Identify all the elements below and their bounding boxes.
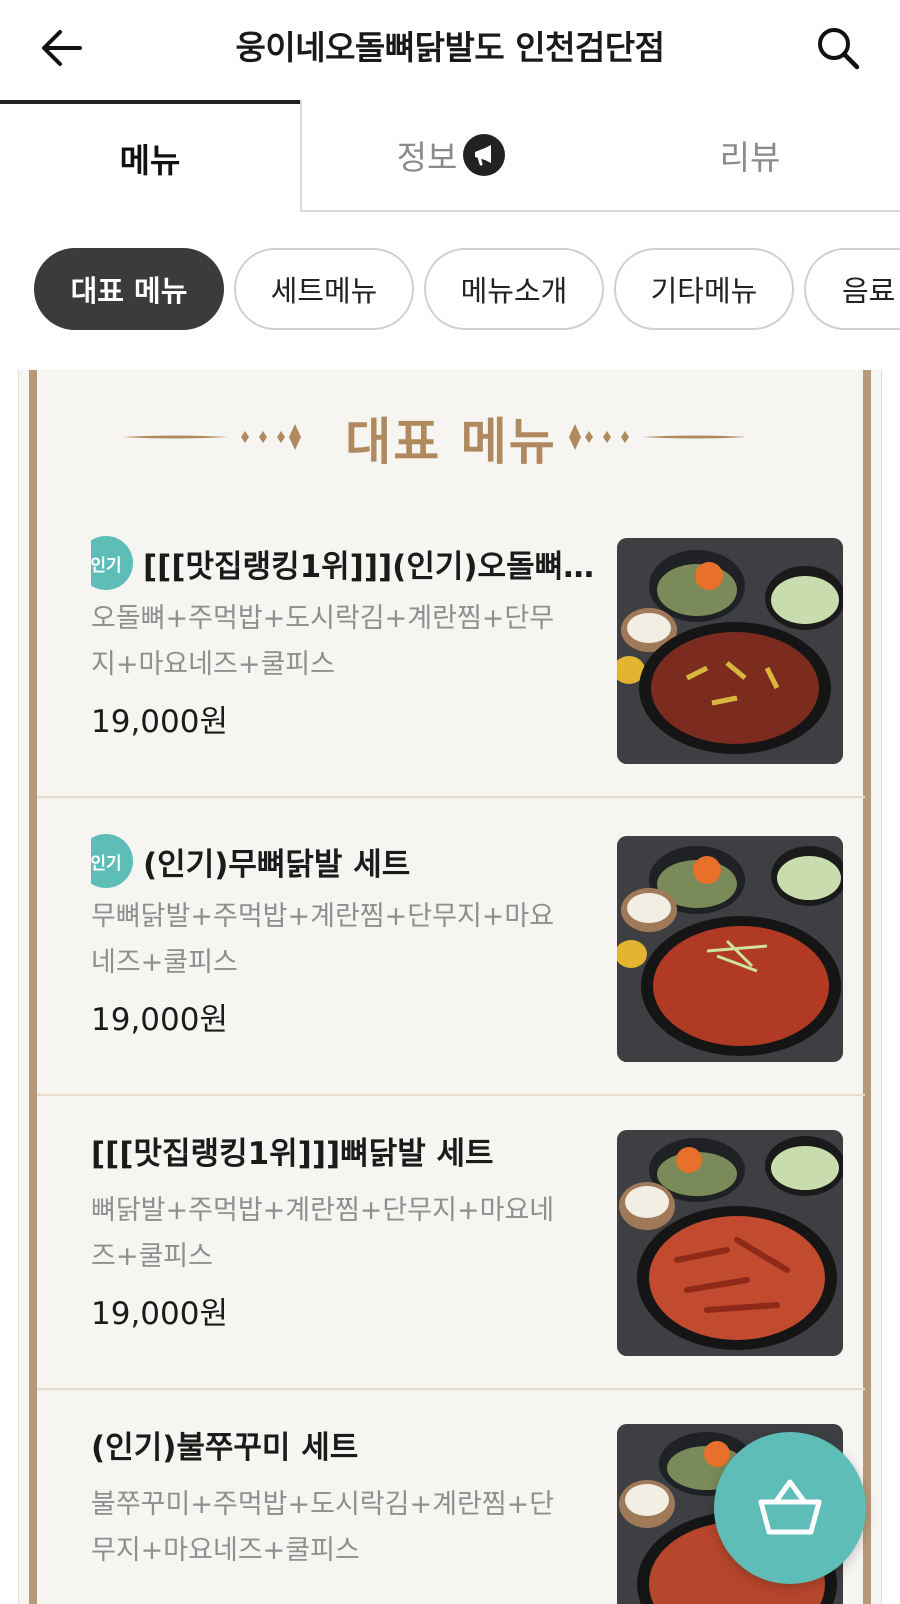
tab-info[interactable]: 정보 xyxy=(300,100,600,212)
megaphone-icon xyxy=(463,134,506,176)
chip-drinks[interactable]: 음료 xyxy=(804,248,900,330)
board-border-left xyxy=(29,370,37,1604)
menu-item-description: 오돌뼈+주먹밥+도시락김+계란찜+단무지+마요네즈+쿨피스 xyxy=(91,603,555,680)
tab-review-label: 리뷰 xyxy=(719,138,781,177)
menu-item-photo xyxy=(617,1130,843,1356)
tab-menu-label: 메뉴 xyxy=(119,141,181,180)
section-title: 대표 메뉴 xyxy=(345,413,557,471)
page-title: 웅이네오돌뼈닭발도 인천검단점 xyxy=(235,28,665,67)
menu-item-description: 무뼈닭발+주먹밥+계란찜+단무지+마요네즈+쿨피스 xyxy=(91,901,555,978)
tab-info-label: 정보 xyxy=(396,138,458,177)
cart-button[interactable] xyxy=(714,1432,866,1584)
category-chips: 대표 메뉴 세트메뉴 메뉴소개 기타메뉴 음료 xyxy=(0,248,900,334)
menu-item[interactable]: 인기 [[[맛집랭킹1위]]](인기)오돌뼈세트 오돌뼈+주먹밥+도시락김+계란… xyxy=(37,498,865,798)
menu-item-title: [[[맛집랭킹1위]]](인기)오돌뼈세트 xyxy=(143,548,611,585)
chip-menu-intro[interactable]: 메뉴소개 xyxy=(424,248,604,330)
search-button[interactable] xyxy=(812,22,864,74)
tab-review[interactable]: 리뷰 xyxy=(600,100,900,212)
tab-menu[interactable]: 메뉴 xyxy=(0,100,300,212)
main-tabs: 메뉴 정보 리뷰 xyxy=(0,100,900,212)
shopping-basket-icon xyxy=(758,1479,822,1535)
menu-item-name: 인기 (인기)무뼈닭발 세트 xyxy=(91,834,611,888)
menu-item-price: 19,000원 xyxy=(91,1296,228,1332)
menu-board: 대표 메뉴 인기 [[[맛집랭킹1위]]](인기)오돌뼈세트 오돌뼈+주먹밥+도… xyxy=(18,370,882,1604)
popular-badge: 인기 xyxy=(91,536,133,590)
menu-item-price: 19,000원 xyxy=(91,1002,228,1038)
menu-item-description: 불쭈꾸미+주먹밥+도시락김+계란찜+단무지+마요네즈+쿨피스 xyxy=(91,1489,555,1566)
arrow-left-icon xyxy=(42,30,82,66)
menu-item-title: (인기)불쭈꾸미 세트 xyxy=(91,1430,359,1466)
menu-item-price: 19,000원 xyxy=(91,704,228,740)
back-button[interactable] xyxy=(36,22,88,74)
menu-item-title: (인기)무뼈닭발 세트 xyxy=(143,846,411,883)
menu-item[interactable]: 인기 (인기)무뼈닭발 세트 무뼈닭발+주먹밥+계란찜+단무지+마요네즈+쿨피스… xyxy=(37,796,865,1096)
menu-item-description: 뼈닭발+주먹밥+계란찜+단무지+마요네즈+쿨피스 xyxy=(91,1195,555,1272)
popular-badge: 인기 xyxy=(91,834,133,888)
ornament-right-icon xyxy=(569,424,747,450)
chip-other-menu[interactable]: 기타메뉴 xyxy=(614,248,794,330)
app-header: 웅이네오돌뼈닭발도 인천검단점 xyxy=(0,0,900,100)
chip-signature-menu[interactable]: 대표 메뉴 xyxy=(34,248,224,330)
menu-item-name: 인기 [[[맛집랭킹1위]]](인기)오돌뼈세트 xyxy=(91,536,611,590)
section-header: 대표 메뉴 xyxy=(19,398,883,478)
menu-item-name: (인기)불쭈꾸미 세트 xyxy=(91,1422,611,1467)
menu-item-photo xyxy=(617,538,843,764)
chip-set-menu[interactable]: 세트메뉴 xyxy=(234,248,414,330)
menu-item-title: [[[맛집랭킹1위]]]뼈닭발 세트 xyxy=(91,1136,494,1172)
menu-item-name: [[[맛집랭킹1위]]]뼈닭발 세트 xyxy=(91,1128,611,1173)
search-icon xyxy=(818,28,860,70)
menu-item-photo xyxy=(617,836,843,1062)
menu-item[interactable]: [[[맛집랭킹1위]]]뼈닭발 세트 뼈닭발+주먹밥+계란찜+단무지+마요네즈+… xyxy=(37,1090,865,1390)
